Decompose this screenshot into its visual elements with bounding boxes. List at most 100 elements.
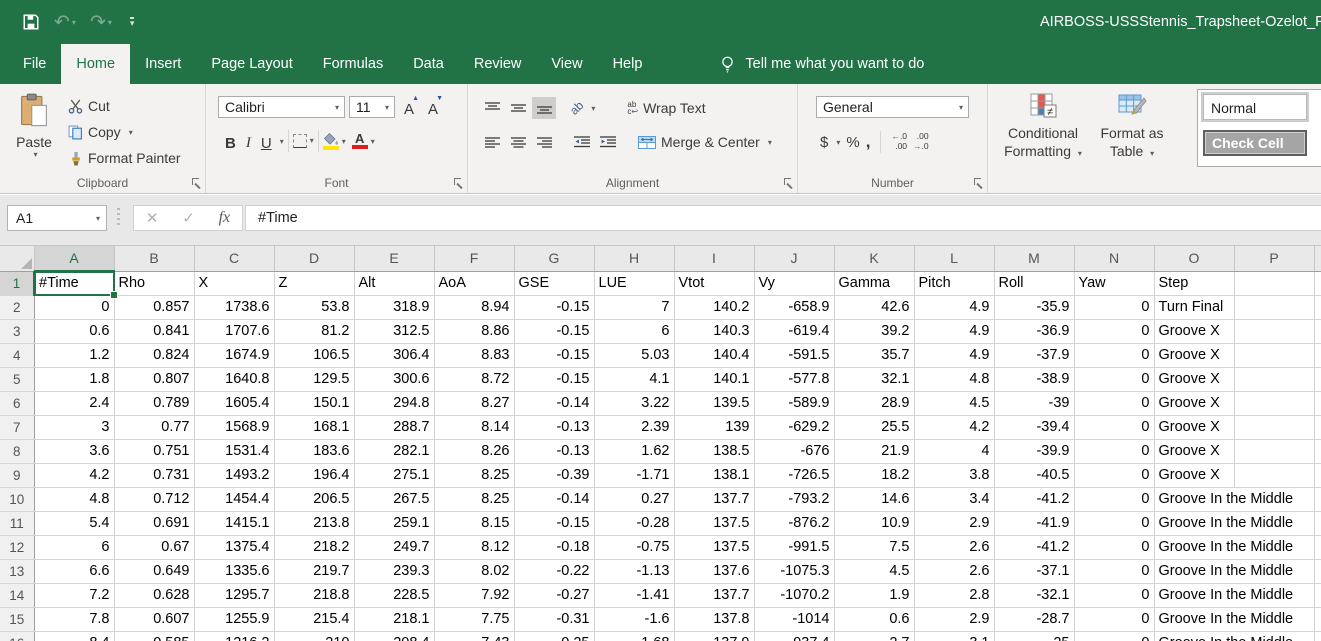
cell-D16[interactable]: 210 [274,631,354,641]
cell-K9[interactable]: 18.2 [834,463,914,487]
cell-N4[interactable]: 0 [1074,343,1154,367]
tab-file[interactable]: File [8,44,61,84]
row-header-9[interactable]: 9 [0,463,34,487]
cell-N13[interactable]: 0 [1074,559,1154,583]
cell-H3[interactable]: 6 [594,319,674,343]
col-header-O[interactable]: O [1154,246,1234,271]
decrease-font-size-button[interactable]: A▼ [423,96,443,118]
cell-M16[interactable]: -25 [994,631,1074,641]
cell-J8[interactable]: -676 [754,439,834,463]
cell-J16[interactable]: -937.4 [754,631,834,641]
cell-E1[interactable]: Alt [354,271,434,295]
cell-H7[interactable]: 2.39 [594,415,674,439]
cell-K4[interactable]: 35.7 [834,343,914,367]
row-header-5[interactable]: 5 [0,367,34,391]
col-header-N[interactable]: N [1074,246,1154,271]
cell-C8[interactable]: 1531.4 [194,439,274,463]
col-header-B[interactable]: B [114,246,194,271]
tab-data[interactable]: Data [398,44,459,84]
col-header-C[interactable]: C [194,246,274,271]
formula-input[interactable]: #Time [245,205,1321,231]
cell-I4[interactable]: 140.4 [674,343,754,367]
cell-I8[interactable]: 138.5 [674,439,754,463]
cell-K14[interactable]: 1.9 [834,583,914,607]
cell-J9[interactable]: -726.5 [754,463,834,487]
cell-M14[interactable]: -32.1 [994,583,1074,607]
cell-H8[interactable]: 1.62 [594,439,674,463]
align-left-button[interactable] [480,131,504,153]
cell-C2[interactable]: 1738.6 [194,295,274,319]
cell-O7[interactable]: Groove X [1154,415,1234,439]
cell-E14[interactable]: 228.5 [354,583,434,607]
row-header-11[interactable]: 11 [0,511,34,535]
cell-J7[interactable]: -629.2 [754,415,834,439]
cell-B12[interactable]: 0.67 [114,535,194,559]
cell-B16[interactable]: 0.585 [114,631,194,641]
insert-function-icon[interactable]: fx [219,209,231,227]
cell-L1[interactable]: Pitch [914,271,994,295]
cell-C7[interactable]: 1568.9 [194,415,274,439]
col-header-L[interactable]: L [914,246,994,271]
cell-M6[interactable]: -39 [994,391,1074,415]
cell-B11[interactable]: 0.691 [114,511,194,535]
cell-L3[interactable]: 4.9 [914,319,994,343]
cell-M8[interactable]: -39.9 [994,439,1074,463]
cell-I6[interactable]: 139.5 [674,391,754,415]
comma-format-button[interactable]: , [866,130,871,154]
cell-A2[interactable]: 0 [34,295,114,319]
cell-F12[interactable]: 8.12 [434,535,514,559]
cell-E8[interactable]: 282.1 [354,439,434,463]
cell-L8[interactable]: 4 [914,439,994,463]
number-format-combo[interactable]: General▾ [816,96,969,118]
cell-E13[interactable]: 239.3 [354,559,434,583]
cell-H16[interactable]: -1.68 [594,631,674,641]
cell-H15[interactable]: -1.6 [594,607,674,631]
row-header-2[interactable]: 2 [0,295,34,319]
cell-J4[interactable]: -591.5 [754,343,834,367]
cell-P2[interactable] [1234,295,1314,319]
cell-M4[interactable]: -37.9 [994,343,1074,367]
cell-H9[interactable]: -1.71 [594,463,674,487]
cell-K11[interactable]: 10.9 [834,511,914,535]
cell-C15[interactable]: 1255.9 [194,607,274,631]
cell-J15[interactable]: -1014 [754,607,834,631]
cell-O6[interactable]: Groove X [1154,391,1234,415]
cell-D2[interactable]: 53.8 [274,295,354,319]
cell-J11[interactable]: -876.2 [754,511,834,535]
cell-F5[interactable]: 8.72 [434,367,514,391]
cell-G6[interactable]: -0.14 [514,391,594,415]
tab-page-layout[interactable]: Page Layout [196,44,307,84]
cell-G15[interactable]: -0.31 [514,607,594,631]
cell-M15[interactable]: -28.7 [994,607,1074,631]
cell-E10[interactable]: 267.5 [354,487,434,511]
cell-J12[interactable]: -991.5 [754,535,834,559]
cell-A3[interactable]: 0.6 [34,319,114,343]
row-header-16[interactable]: 16 [0,631,34,641]
cell-K13[interactable]: 4.5 [834,559,914,583]
cell-B9[interactable]: 0.731 [114,463,194,487]
cell-B4[interactable]: 0.824 [114,343,194,367]
confirm-entry-icon[interactable]: ✓ [182,209,195,227]
cell-G12[interactable]: -0.18 [514,535,594,559]
cell-G8[interactable]: -0.13 [514,439,594,463]
cell-B7[interactable]: 0.77 [114,415,194,439]
cell-H10[interactable]: 0.27 [594,487,674,511]
cell-O14[interactable]: Groove In the Middle [1154,583,1234,607]
style-normal[interactable]: Normal [1203,94,1307,120]
cell-E7[interactable]: 288.7 [354,415,434,439]
borders-button[interactable]: ▾ [293,134,314,148]
cell-N6[interactable]: 0 [1074,391,1154,415]
cell-P5[interactable] [1234,367,1314,391]
cell-F4[interactable]: 8.83 [434,343,514,367]
col-header-F[interactable]: F [434,246,514,271]
cell-L13[interactable]: 2.6 [914,559,994,583]
cell-C1[interactable]: X [194,271,274,295]
cell-G4[interactable]: -0.15 [514,343,594,367]
cell-F3[interactable]: 8.86 [434,319,514,343]
cell-N2[interactable]: 0 [1074,295,1154,319]
row-header-6[interactable]: 6 [0,391,34,415]
cell-B5[interactable]: 0.807 [114,367,194,391]
align-top-button[interactable] [480,97,504,119]
cell-A7[interactable]: 3 [34,415,114,439]
cell-I5[interactable]: 140.1 [674,367,754,391]
